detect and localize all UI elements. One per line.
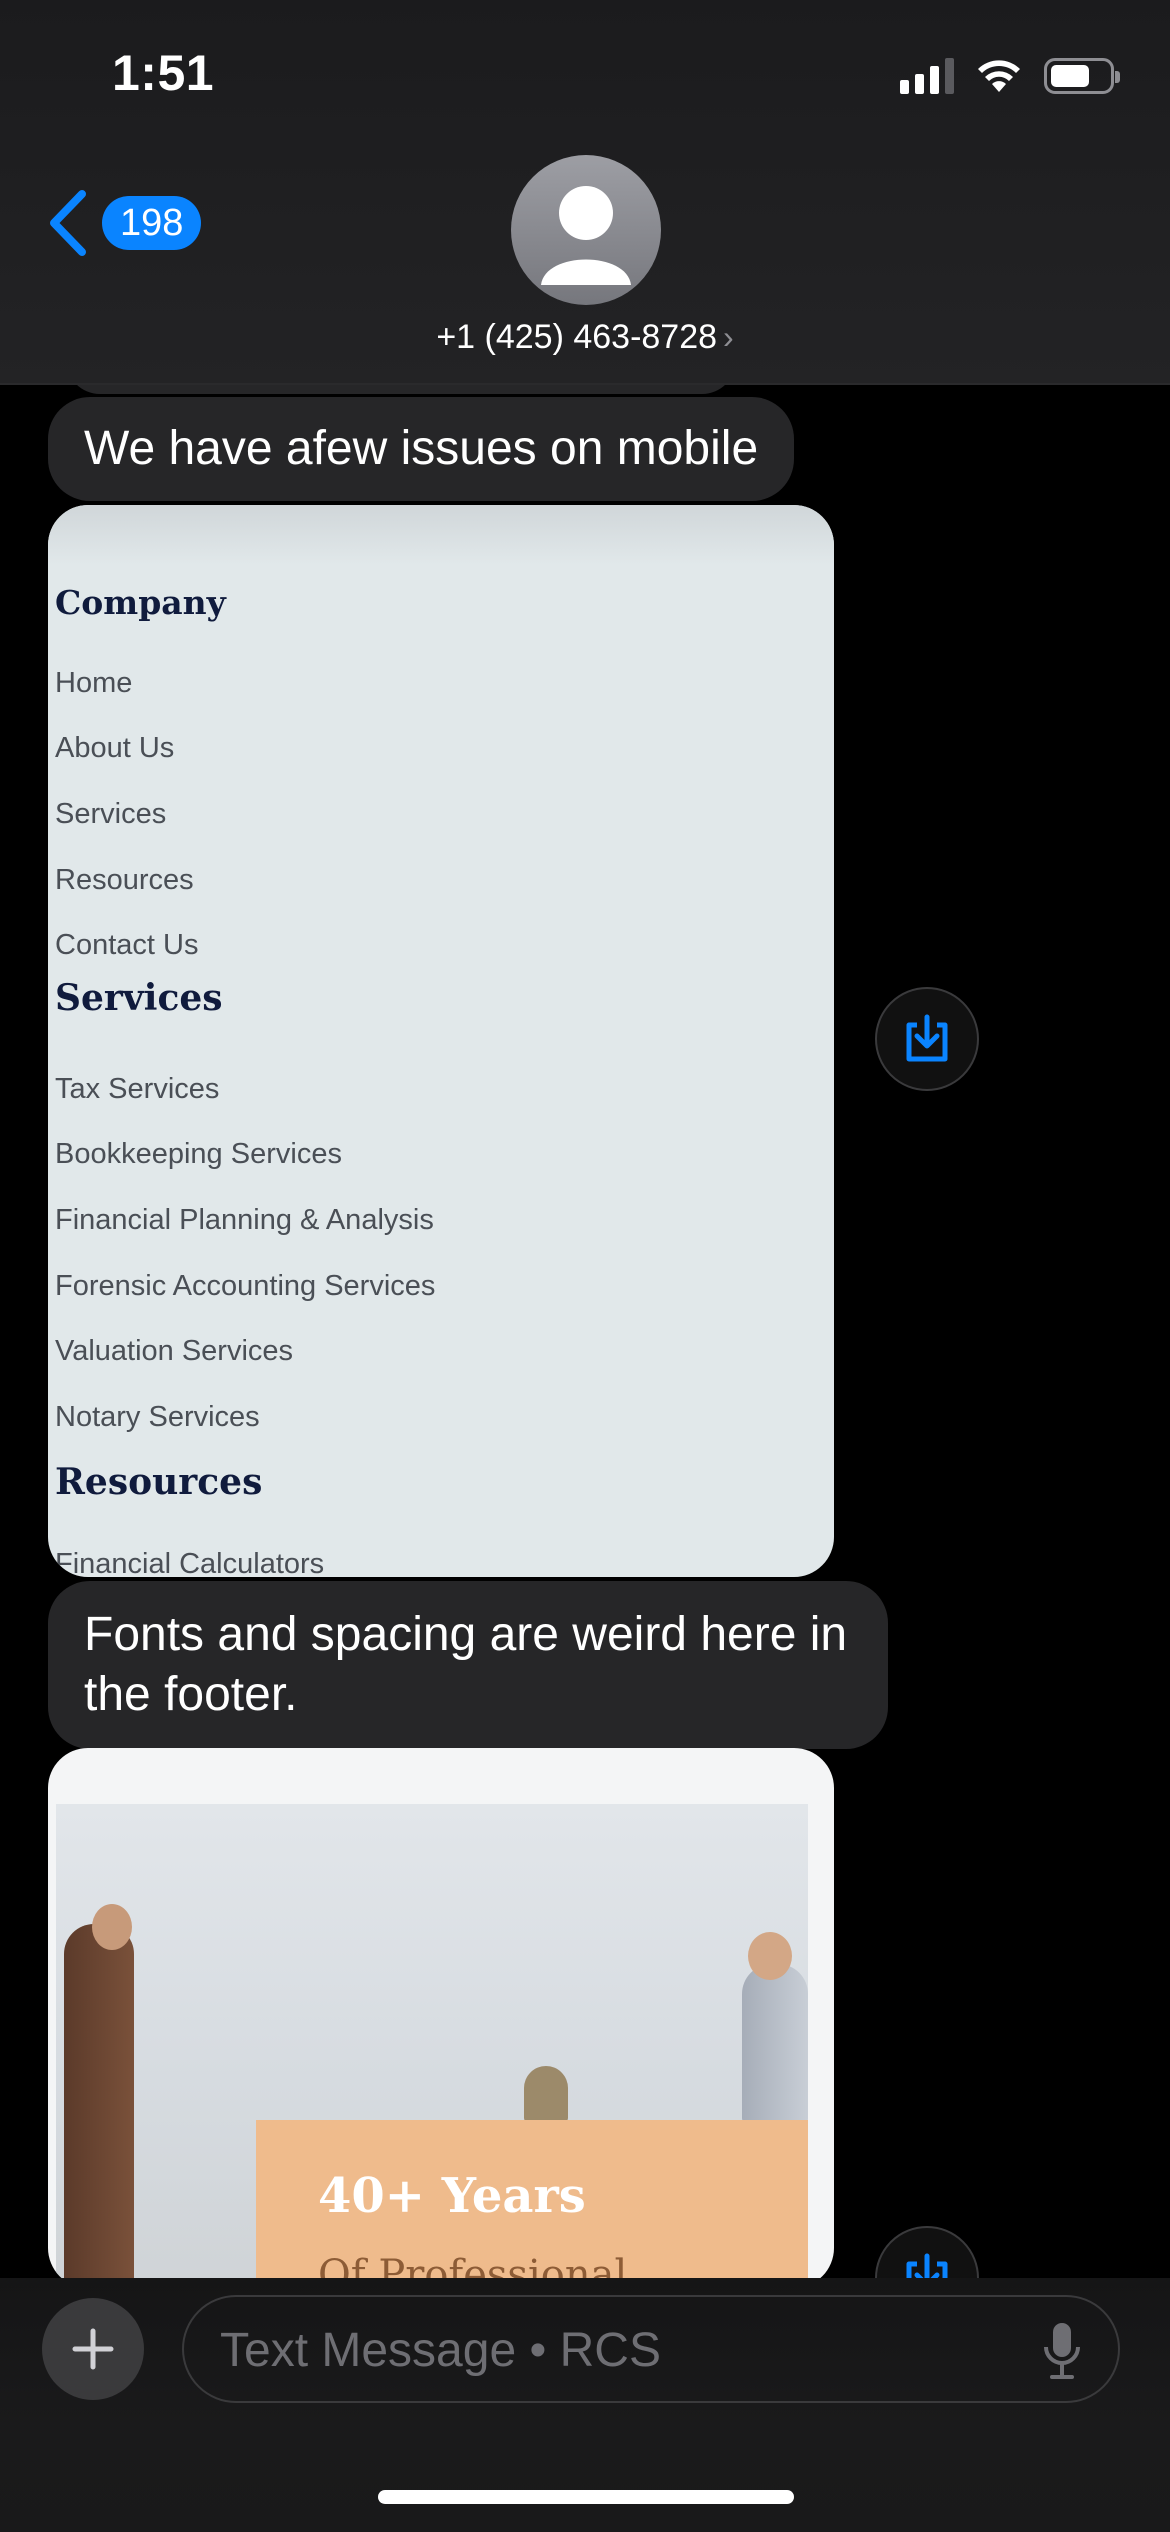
- banner-title: 40+ Years: [318, 2168, 586, 2224]
- save-image-icon: [906, 1014, 948, 1062]
- footer-link: Financial Planning & Analysis: [55, 1204, 434, 1236]
- chevron-right-icon: ›: [723, 319, 734, 355]
- signal-icon: [900, 58, 954, 94]
- footer-link: Tax Services: [55, 1073, 220, 1105]
- add-attachment-button[interactable]: [42, 2298, 144, 2400]
- contact-number: +1 (425) 463-8728: [436, 318, 718, 356]
- status-time: 1:51: [112, 45, 215, 101]
- experience-banner: 40+ Years Of Professional Experience: [256, 2120, 808, 2288]
- back-button[interactable]: 198: [48, 190, 202, 256]
- home-indicator[interactable]: [378, 2490, 794, 2504]
- footer-link: Forensic Accounting Services: [55, 1270, 436, 1302]
- footer-link: Bookkeeping Services: [55, 1138, 342, 1170]
- figurine: [742, 1964, 808, 2124]
- footer-link: Contact Us: [55, 929, 199, 961]
- footer-link: Financial Calculators: [55, 1548, 325, 1577]
- conversation-header: 1:51 198 +1 (425) 463-8728 ›: [0, 0, 1170, 385]
- footer-heading-services: Services: [55, 977, 223, 1019]
- microphone-icon[interactable]: [1042, 2321, 1082, 2381]
- message-bubble[interactable]: We have afew issues on mobile: [48, 397, 795, 501]
- message-bubble[interactable]: Fonts and spacing are weird here in the …: [48, 1581, 888, 1749]
- banner-photo: 40+ Years Of Professional Experience: [56, 1804, 808, 2288]
- plus-icon: [72, 2328, 114, 2370]
- footer-link: Home: [55, 667, 133, 699]
- message-input[interactable]: Text Message • RCS: [182, 2295, 1120, 2403]
- footer-link: About Us: [55, 732, 175, 764]
- contact-name[interactable]: +1 (425) 463-8728 ›: [0, 318, 1170, 357]
- figurine: [64, 1924, 134, 2288]
- footer-heading-resources: Resources: [55, 1461, 263, 1503]
- footer-link: Valuation Services: [55, 1335, 294, 1367]
- wifi-icon: [978, 60, 1020, 92]
- footer-link: Services: [55, 798, 167, 830]
- message-text: Fonts and spacing are weird here in the …: [84, 1608, 848, 1721]
- message-text: We have afew issues on mobile: [84, 422, 759, 475]
- contact-avatar-icon[interactable]: [511, 155, 661, 305]
- figurine: [524, 2066, 568, 2122]
- message-input-placeholder: Text Message • RCS: [220, 2324, 661, 2377]
- footer-link: Notary Services: [55, 1401, 260, 1433]
- battery-icon: [1044, 58, 1120, 94]
- footer-link: Resources: [55, 864, 194, 896]
- unread-count-badge: 198: [102, 196, 202, 250]
- save-image-button[interactable]: [875, 987, 979, 1091]
- status-icons: [900, 54, 1120, 98]
- footer-heading-company: Company: [55, 583, 226, 622]
- image-attachment[interactable]: Company Home About Us Services Resources…: [48, 505, 834, 1577]
- image-attachment[interactable]: 40+ Years Of Professional Experience: [48, 1748, 834, 2288]
- back-chevron-icon: [50, 190, 86, 256]
